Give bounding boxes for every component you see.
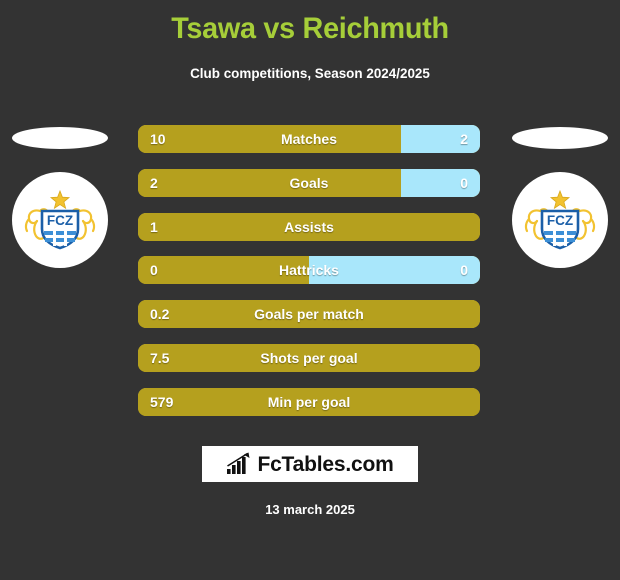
table-row: 2 Goals 0: [138, 168, 480, 197]
svg-text:FCZ: FCZ: [547, 213, 573, 228]
stat-label: Goals: [289, 174, 329, 191]
crest-star-icon: [49, 189, 71, 210]
home-club-badge-fcz[interactable]: FCZ: [12, 172, 108, 268]
table-row: 0.2 Goals per match: [138, 300, 480, 329]
page-header: Tsawa vs Reichmuth Club competitions, Se…: [0, 0, 620, 82]
table-row: 1 Assists: [138, 212, 480, 241]
bar-chart-growth-icon: [227, 452, 250, 474]
comparison-panel: FCZ FCZ 10 Matches 2 2 Goals 0 1 Assists…: [0, 110, 620, 420]
crest-star-icon: [549, 189, 571, 210]
brand-name: FcTables.com: [257, 452, 394, 476]
home-player-column: FCZ: [0, 110, 120, 290]
fcz-crest-icon: FCZ: [24, 189, 96, 250]
fctables-brand[interactable]: FcTables.com: [202, 446, 418, 482]
away-value: 0: [460, 262, 468, 279]
away-club-badge-fcz[interactable]: FCZ: [512, 172, 608, 268]
stat-label: Matches: [280, 131, 338, 147]
page-subtitle: Club competitions, Season 2024/2025: [190, 65, 430, 81]
table-row: 10 Matches 2: [138, 125, 480, 153]
stat-label: Assists: [284, 218, 334, 235]
stat-label: Goals per match: [254, 306, 364, 323]
fcz-crest-icon: FCZ: [524, 189, 596, 250]
away-value: 2: [460, 131, 468, 147]
stat-label: Hattricks: [279, 262, 339, 279]
table-row: 579 Min per goal: [138, 387, 480, 416]
table-row: 7.5 Shots per goal: [138, 343, 480, 372]
away-player-column: FCZ: [500, 110, 620, 290]
home-player-photo: [12, 127, 108, 149]
footer-date: 13 march 2025: [265, 502, 355, 517]
table-row: 0 Hattricks 0: [138, 256, 480, 285]
stat-label: Shots per goal: [260, 349, 358, 366]
away-value: 0: [460, 174, 468, 191]
away-player-photo: [512, 127, 608, 149]
stat-rows: 10 Matches 2 2 Goals 0 1 Assists 0 Hattr…: [138, 125, 480, 432]
svg-text:FCZ: FCZ: [47, 213, 73, 228]
page-title: Tsawa vs Reichmuth: [171, 12, 449, 45]
stat-label: Min per goal: [267, 393, 351, 410]
